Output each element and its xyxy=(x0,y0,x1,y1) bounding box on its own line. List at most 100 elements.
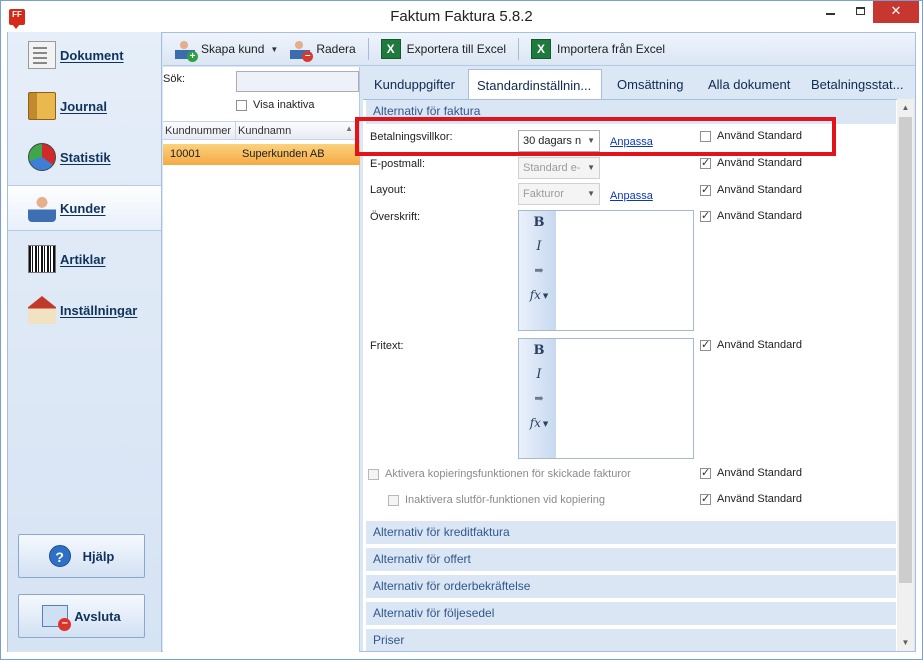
function-button[interactable]: fx ▼ xyxy=(527,416,551,438)
minimize-icon xyxy=(825,13,835,15)
payment-terms-select[interactable]: 30 dagars n ▼ xyxy=(518,130,600,152)
payment-terms-label: Betalningsvillkor: xyxy=(370,131,453,143)
use-default-checkbox[interactable] xyxy=(700,466,711,479)
sidebar-item-label: Kunder xyxy=(60,200,106,216)
function-button[interactable]: fx ▼ xyxy=(527,288,551,310)
sidebar-item-label: Dokument xyxy=(60,47,124,63)
freetext-editor[interactable]: B I ➡ fx ▼ xyxy=(518,338,694,459)
export-excel-button[interactable]: X Exportera till Excel xyxy=(375,36,512,62)
section-quote[interactable]: Alternativ för offert xyxy=(366,548,896,571)
use-default-checkbox[interactable] xyxy=(700,209,711,222)
use-default-checkbox[interactable] xyxy=(700,492,711,505)
copy-function-use-default[interactable]: Använd Standard xyxy=(700,466,802,479)
tab-alla-dokument[interactable]: Alla dokument xyxy=(700,69,798,100)
tab-omsattning[interactable]: Omsättning xyxy=(609,69,691,100)
search-input[interactable] xyxy=(236,71,359,92)
freetext-text-area[interactable] xyxy=(557,339,693,458)
email-use-default[interactable]: Använd Standard xyxy=(700,156,803,169)
use-default-checkbox[interactable] xyxy=(700,338,711,351)
sidebar-item-statistik[interactable]: Statistik xyxy=(8,134,161,180)
copy-function-option[interactable]: Aktivera kopieringsfunktionen för skicka… xyxy=(368,468,631,480)
table-row[interactable]: 10001 Superkunden AB xyxy=(163,144,360,165)
show-inactive-checkbox[interactable] xyxy=(236,99,247,111)
maximize-icon xyxy=(855,7,865,15)
indent-icon[interactable]: ➡ xyxy=(527,392,551,414)
customer-number-cell: 10001 xyxy=(170,148,201,160)
journal-icon xyxy=(28,92,56,120)
table-header: Kundnummer Kundnamn ▲ xyxy=(163,121,360,140)
copy-function-label: Aktivera kopieringsfunktionen för skicka… xyxy=(385,468,631,480)
tab-kunduppgifter[interactable]: Kunduppgifter xyxy=(366,69,463,100)
customer-icon xyxy=(28,194,56,222)
scroll-down-icon[interactable]: ▼ xyxy=(897,634,914,651)
heading-text-area[interactable] xyxy=(557,211,693,330)
sort-ascending-icon: ▲ xyxy=(345,124,353,133)
sidebar-item-artiklar[interactable]: Artiklar xyxy=(8,236,161,282)
layout-use-default[interactable]: Använd Standard xyxy=(700,183,802,196)
sidebar-item-journal[interactable]: Journal xyxy=(8,83,161,129)
use-default-label: Använd Standard xyxy=(717,130,803,142)
sidebar-item-installningar[interactable]: Inställningar xyxy=(8,287,161,333)
delete-user-icon xyxy=(290,39,314,62)
exit-button[interactable]: Avsluta xyxy=(18,594,145,638)
section-order-confirmation[interactable]: Alternativ för orderbekräftelse xyxy=(366,575,896,598)
close-button[interactable]: ✕ xyxy=(873,1,919,23)
tab-standardinstallningar[interactable]: Standardinställnin... xyxy=(468,69,602,102)
sidebar-item-dokument[interactable]: Dokument xyxy=(8,32,161,78)
disable-finalize-label: Inaktivera slutför-funktionen vid kopier… xyxy=(405,494,605,506)
bold-button[interactable]: B xyxy=(527,215,551,237)
use-default-checkbox[interactable] xyxy=(700,156,711,169)
section-delivery-note[interactable]: Alternativ för följesedel xyxy=(366,602,896,625)
email-template-value: Standard e- xyxy=(523,162,581,174)
toolbar-separator xyxy=(367,38,369,60)
maximize-button[interactable] xyxy=(847,1,873,23)
italic-button[interactable]: I xyxy=(527,367,551,389)
email-template-select[interactable]: Standard e- ▼ xyxy=(518,157,600,179)
column-header-number[interactable]: Kundnummer xyxy=(163,122,236,139)
sidebar-item-kunder[interactable]: Kunder xyxy=(8,185,161,231)
copy-function-checkbox[interactable] xyxy=(368,468,379,480)
payment-terms-use-default[interactable]: Använd Standard xyxy=(700,130,802,142)
chevron-down-icon[interactable]: ▼ xyxy=(270,45,278,54)
disable-finalize-checkbox[interactable] xyxy=(388,494,399,506)
use-default-label: Använd Standard xyxy=(717,157,803,169)
section-invoice-options[interactable]: Alternativ för faktura xyxy=(366,100,896,124)
disable-finalize-use-default[interactable]: Använd Standard xyxy=(700,492,803,505)
disable-finalize-option[interactable]: Inaktivera slutför-funktionen vid kopier… xyxy=(388,494,605,506)
sidebar-item-label: Artiklar xyxy=(60,251,106,267)
scroll-up-icon[interactable]: ▲ xyxy=(897,99,914,116)
toolbar-separator xyxy=(518,38,520,60)
heading-editor[interactable]: B I ➡ fx ▼ xyxy=(518,210,694,331)
section-prices[interactable]: Priser xyxy=(366,629,896,651)
show-inactive-option[interactable]: Visa inaktiva xyxy=(236,99,315,111)
window-title: Faktum Faktura 5.8.2 xyxy=(390,8,533,25)
use-default-checkbox[interactable] xyxy=(700,183,711,196)
exit-icon xyxy=(42,605,72,631)
sidebar: Dokument Journal Statistik Kunder Artikl… xyxy=(8,32,162,652)
minimize-button[interactable] xyxy=(813,1,847,23)
tab-betalningsstatistik[interactable]: Betalningsstat... xyxy=(803,69,912,100)
use-default-checkbox[interactable] xyxy=(700,130,711,142)
freetext-use-default[interactable]: Använd Standard xyxy=(700,338,803,351)
use-default-label: Använd Standard xyxy=(717,493,803,505)
use-default-label: Använd Standard xyxy=(717,339,803,351)
italic-button[interactable]: I xyxy=(527,239,551,261)
indent-icon[interactable]: ➡ xyxy=(527,264,551,286)
heading-use-default[interactable]: Använd Standard xyxy=(700,209,802,222)
create-customer-button[interactable]: Skapa kund ▼ xyxy=(169,36,284,62)
layout-customize-link[interactable]: Anpassa xyxy=(610,190,653,202)
help-button[interactable]: ? Hjälp xyxy=(18,534,145,578)
delete-customer-button[interactable]: Radera xyxy=(284,36,361,62)
section-credit-invoice[interactable]: Alternativ för kreditfaktura xyxy=(366,521,896,544)
payment-terms-customize-link[interactable]: Anpassa xyxy=(610,136,653,148)
bold-button[interactable]: B xyxy=(527,343,551,365)
scrollbar-thumb[interactable] xyxy=(899,117,912,583)
vertical-scrollbar[interactable]: ▲ ▼ xyxy=(897,99,914,651)
statistics-icon xyxy=(28,143,56,171)
layout-select[interactable]: Fakturor ▼ xyxy=(518,183,600,205)
import-excel-button[interactable]: X Importera från Excel xyxy=(525,36,671,62)
exit-label: Avsluta xyxy=(74,608,121,624)
column-header-name[interactable]: Kundnamn ▲ xyxy=(236,122,360,139)
payment-terms-value: 30 dagars n xyxy=(523,135,582,147)
show-inactive-label: Visa inaktiva xyxy=(253,99,315,111)
